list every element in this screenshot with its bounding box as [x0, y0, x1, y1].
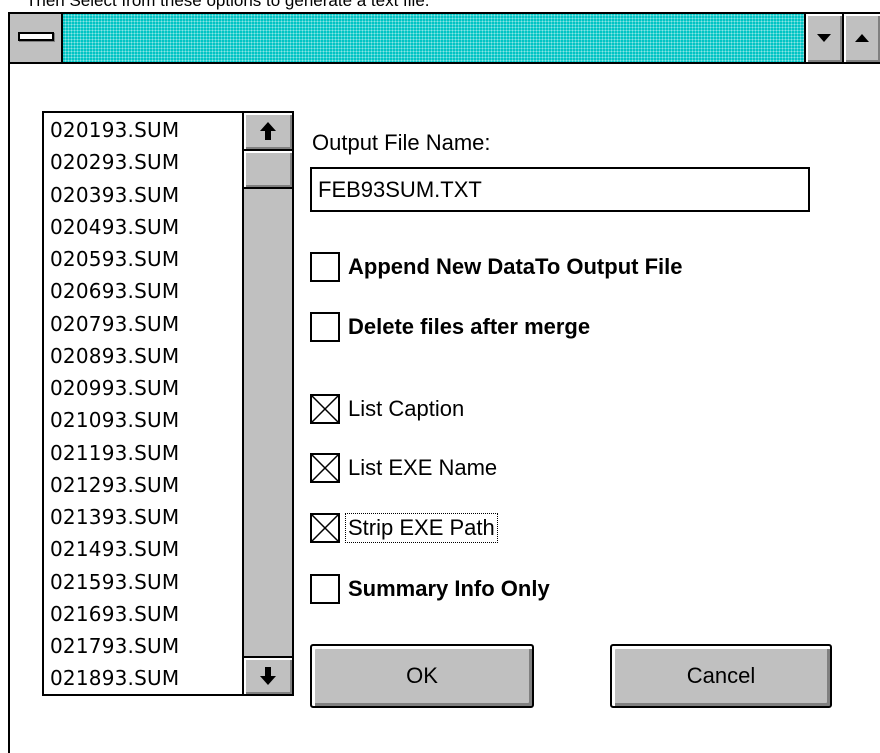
- list-item[interactable]: 021393.SUM: [44, 500, 240, 532]
- list-item[interactable]: 021193.SUM: [44, 436, 240, 468]
- list-caption-label: List Caption: [348, 396, 465, 421]
- list-item[interactable]: 020693.SUM: [44, 274, 240, 306]
- delete-after-merge-label: Delete files after merge: [348, 314, 591, 339]
- cancel-button[interactable]: Cancel: [610, 644, 832, 708]
- list-scrollbar[interactable]: [242, 113, 292, 694]
- summary-info-only-checkbox[interactable]: [310, 574, 340, 604]
- append-option[interactable]: Append New DataTo Output File: [310, 250, 684, 284]
- list-item[interactable]: 020293.SUM: [44, 145, 240, 177]
- ok-button[interactable]: OK: [310, 644, 534, 708]
- list-item[interactable]: 021293.SUM: [44, 468, 240, 500]
- check-x-icon: [312, 396, 338, 422]
- list-item[interactable]: 021593.SUM: [44, 565, 240, 597]
- file-list: 020193.SUM 020293.SUM 020393.SUM 020493.…: [44, 113, 240, 694]
- list-exe-name-option[interactable]: List EXE Name: [310, 451, 499, 485]
- list-item[interactable]: 021693.SUM: [44, 597, 240, 629]
- title-bar[interactable]: [10, 14, 880, 64]
- summary-info-only-label: Summary Info Only: [348, 576, 550, 601]
- list-item[interactable]: 020893.SUM: [44, 339, 240, 371]
- delete-after-merge-checkbox[interactable]: [310, 312, 340, 342]
- list-exe-name-label: List EXE Name: [348, 455, 498, 480]
- scroll-thumb[interactable]: [244, 151, 292, 189]
- append-checkbox[interactable]: [310, 252, 340, 282]
- list-caption-checkbox[interactable]: [310, 394, 340, 424]
- list-item[interactable]: 021793.SUM: [44, 629, 240, 661]
- check-x-icon: [312, 515, 338, 541]
- list-item[interactable]: 021493.SUM: [44, 532, 240, 564]
- output-file-input[interactable]: FEB93SUM.TXT: [310, 167, 810, 212]
- list-item[interactable]: 020193.SUM: [44, 113, 240, 145]
- minimize-button[interactable]: [804, 14, 842, 62]
- list-item[interactable]: 020393.SUM: [44, 178, 240, 210]
- list-item[interactable]: 020493.SUM: [44, 210, 240, 242]
- strip-exe-path-option[interactable]: Strip EXE Path: [310, 511, 498, 545]
- minimize-icon: [817, 34, 831, 42]
- strip-exe-path-label: Strip EXE Path: [345, 513, 498, 543]
- system-menu-button[interactable]: [10, 14, 63, 62]
- append-label: Append New DataTo Output File: [348, 254, 683, 279]
- scroll-up-button[interactable]: [244, 113, 292, 151]
- scroll-down-button[interactable]: [244, 656, 292, 694]
- maximize-button[interactable]: [842, 14, 880, 62]
- list-item[interactable]: 021893.SUM: [44, 661, 240, 693]
- summary-info-only-option[interactable]: Summary Info Only: [310, 572, 552, 606]
- system-menu-icon: [18, 32, 54, 41]
- delete-after-merge-option[interactable]: Delete files after merge: [310, 310, 592, 344]
- arrow-up-icon: [260, 122, 276, 140]
- list-exe-name-checkbox[interactable]: [310, 453, 340, 483]
- list-item[interactable]: 021093.SUM: [44, 403, 240, 435]
- maximize-icon: [855, 34, 869, 42]
- list-item[interactable]: 020593.SUM: [44, 242, 240, 274]
- intro-text: Then Select from these options to genera…: [26, 0, 430, 10]
- list-item[interactable]: 020793.SUM: [44, 307, 240, 339]
- output-file-label: Output File Name:: [312, 130, 491, 155]
- check-x-icon: [312, 455, 338, 481]
- arrow-down-icon: [260, 667, 276, 685]
- list-caption-option[interactable]: List Caption: [310, 392, 466, 426]
- list-item[interactable]: 020993.SUM: [44, 371, 240, 403]
- file-listbox[interactable]: 020193.SUM 020293.SUM 020393.SUM 020493.…: [42, 111, 294, 696]
- strip-exe-path-checkbox[interactable]: [310, 513, 340, 543]
